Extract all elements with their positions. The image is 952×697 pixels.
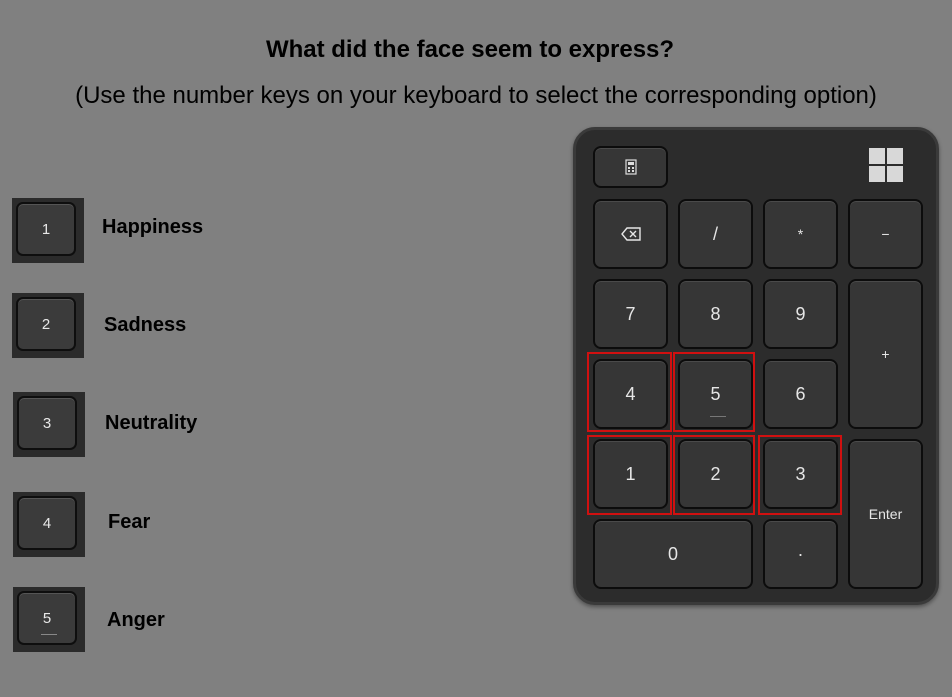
instruction-text: (Use the number keys on your keyboard to… — [75, 82, 877, 109]
plus-key: + — [848, 279, 923, 429]
enter-key: Enter — [848, 439, 923, 589]
option-key-4[interactable]: 4 — [13, 492, 85, 557]
windows-logo-icon — [869, 148, 903, 182]
backspace-key — [593, 199, 668, 269]
highlight-key-4 — [587, 352, 672, 432]
option-label-sadness: Sadness — [104, 314, 187, 336]
key-7: 7 — [593, 279, 668, 349]
key-6: 6 — [763, 359, 838, 429]
highlight-key-5 — [673, 352, 755, 432]
key-9: 9 — [763, 279, 838, 349]
key-cap-label: 5 — [42, 609, 52, 627]
option-key-1[interactable]: 1 — [12, 198, 84, 263]
calculator-icon — [624, 159, 637, 175]
decimal-key: · — [763, 519, 838, 589]
slash-key: / — [678, 199, 753, 269]
option-label-fear: Fear — [108, 511, 151, 533]
key-0: 0 — [593, 519, 753, 589]
option-key-2[interactable]: 2 — [12, 293, 84, 358]
option-key-5[interactable]: 5 — [13, 587, 85, 652]
highlight-key-1 — [587, 435, 672, 515]
option-label-anger: Anger — [107, 609, 165, 631]
calculator-key — [593, 146, 668, 188]
option-label-neutrality: Neutrality — [105, 412, 198, 434]
key-bump-mark — [41, 634, 57, 635]
minus-key: − — [848, 199, 923, 269]
highlight-key-3 — [758, 435, 842, 515]
highlight-key-2 — [673, 435, 755, 515]
key-cap: 2 — [16, 297, 76, 351]
backspace-icon — [620, 227, 641, 241]
key-cap: 5 — [17, 591, 77, 645]
option-key-3[interactable]: 3 — [13, 392, 85, 457]
key-cap: 4 — [17, 496, 77, 550]
numeric-keypad-image: / * − 7 8 9 + 4 5 6 1 2 3 Enter 0 · — [573, 127, 939, 605]
key-cap: 3 — [17, 396, 77, 450]
key-cap: 1 — [16, 202, 76, 256]
asterisk-key: * — [763, 199, 838, 269]
question-title: What did the face seem to express? — [265, 36, 675, 63]
option-label-happiness: Happiness — [102, 216, 204, 238]
key-8: 8 — [678, 279, 753, 349]
